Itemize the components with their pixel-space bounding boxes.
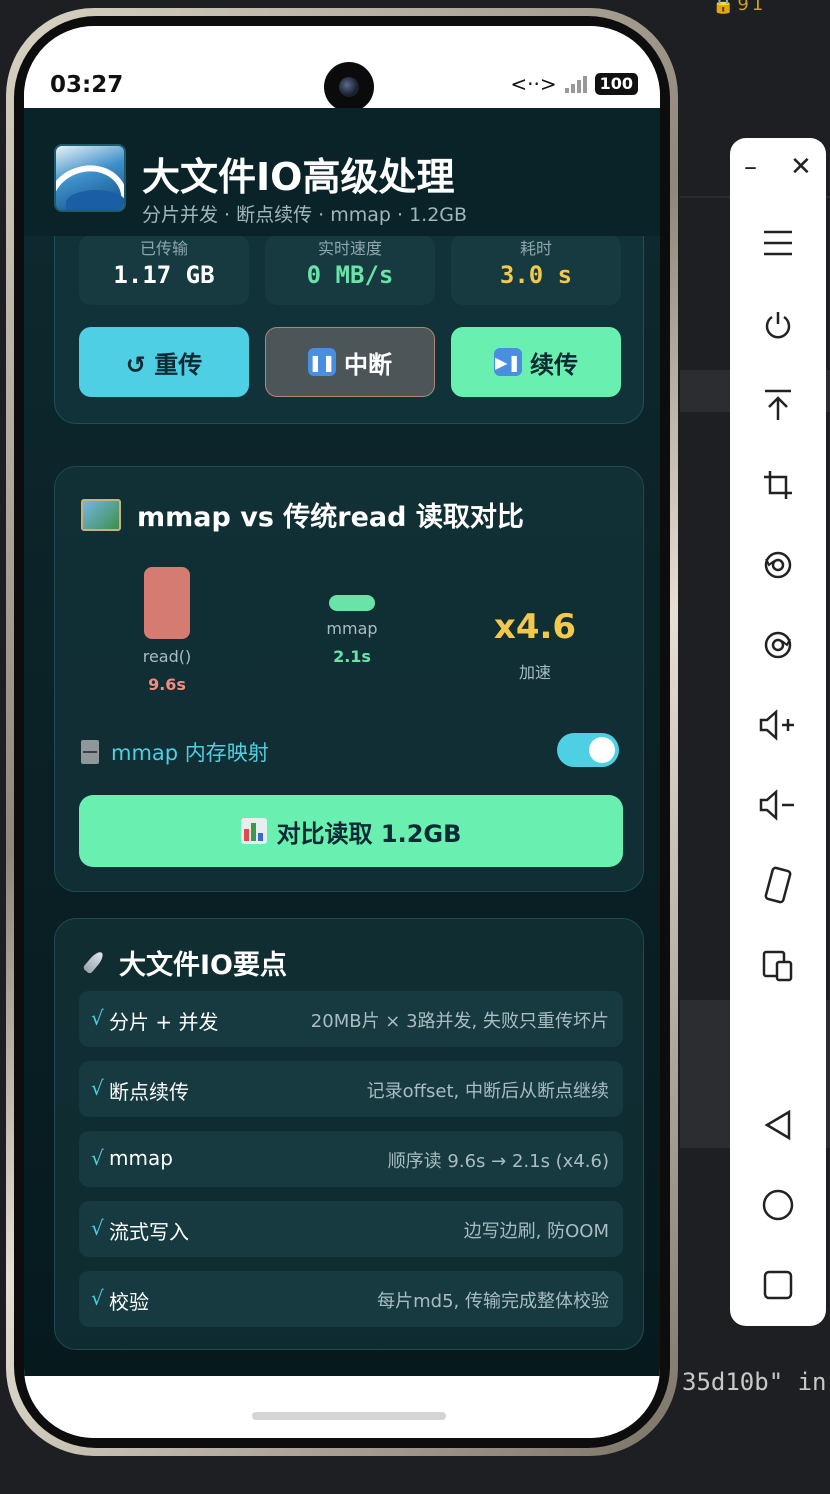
crop-icon[interactable] bbox=[730, 460, 826, 510]
stat-value: 1.17 GB bbox=[113, 261, 215, 289]
power-icon[interactable] bbox=[730, 300, 826, 350]
compare-read-label: 对比读取 1.2GB bbox=[276, 819, 462, 848]
mmap-bar bbox=[329, 595, 375, 611]
menu-icon[interactable] bbox=[730, 218, 826, 268]
retry-button[interactable]: ↺ 重传 bbox=[79, 327, 249, 397]
tip-desc: 顺序读 9.6s → 2.1s (x4.6) bbox=[387, 1151, 609, 1172]
rocket-icon bbox=[81, 950, 107, 976]
volume-down-icon[interactable] bbox=[730, 780, 826, 830]
rotate-right-icon[interactable] bbox=[730, 620, 826, 670]
signal-icon bbox=[564, 75, 587, 93]
mmap-label: mmap bbox=[326, 619, 378, 638]
app-content: 已传输 1.17 GB 实时速度 0 MB/s 耗时 3.0 s ↺ 重传 ❚❚ bbox=[24, 108, 660, 1398]
battery-icon: 100 bbox=[594, 73, 638, 95]
close-button[interactable]: ✕ bbox=[790, 152, 812, 182]
card-title: mmap vs 传统read 读取对比 bbox=[81, 495, 524, 534]
mmap-time: 2.1s bbox=[333, 647, 371, 666]
recents-icon[interactable] bbox=[730, 1260, 826, 1310]
device-icon[interactable] bbox=[730, 940, 826, 990]
tip-name: 分片 + 并发 bbox=[109, 1010, 219, 1034]
gesture-bar-area bbox=[24, 1376, 660, 1438]
ide-top-text: 91 bbox=[737, 0, 767, 15]
page-subtitle: 分片并发 · 断点续传 · mmap · 1.2GB bbox=[142, 204, 468, 226]
stat-value: 3.0 s bbox=[499, 261, 573, 289]
list-item: √ 校验 每片md5, 传输完成整体校验 bbox=[79, 1271, 623, 1327]
front-camera bbox=[324, 62, 374, 112]
read-bar bbox=[144, 567, 190, 639]
status-bar: 03:27 <··> 100 bbox=[24, 26, 660, 112]
tip-name: 流式写入 bbox=[109, 1220, 189, 1244]
file-cabinet-icon bbox=[81, 740, 99, 764]
minimize-button[interactable]: – bbox=[744, 152, 757, 182]
ide-status-icons: 🔒91 bbox=[712, 0, 766, 15]
list-item: √ 断点续传 记录offset, 中断后从断点继续 bbox=[79, 1061, 623, 1117]
mmap-toggle-label: mmap 内存映射 bbox=[111, 741, 269, 765]
speedup-label: 加速 bbox=[518, 663, 551, 682]
ide-code-text: 35d10b" in bbox=[682, 1368, 827, 1396]
phone-screen: 03:27 <··> 100 已传输 1.17 GB 实时速度 0 MB/s 耗… bbox=[24, 26, 660, 1438]
tip-desc: 20MB片 × 3路并发, 失败只重传坏片 bbox=[310, 1011, 609, 1032]
status-time: 03:27 bbox=[50, 72, 124, 98]
pause-button[interactable]: ❚❚ 中断 bbox=[265, 327, 435, 397]
stat-speed: 实时速度 0 MB/s bbox=[265, 235, 435, 305]
resume-button[interactable]: ▶❚ 续传 bbox=[451, 327, 621, 397]
pause-icon: ❚❚ bbox=[308, 348, 336, 376]
stat-label: 已传输 bbox=[139, 239, 188, 258]
list-item: √ mmap 顺序读 9.6s → 2.1s (x4.6) bbox=[79, 1131, 623, 1187]
compare-read-button[interactable]: 对比读取 1.2GB bbox=[79, 795, 623, 867]
status-icons: <··> 100 bbox=[510, 72, 638, 96]
emulator-toolbar: – ✕ bbox=[730, 138, 826, 1326]
bar-chart-icon bbox=[240, 818, 267, 844]
transfer-card: 已传输 1.17 GB 实时速度 0 MB/s 耗时 3.0 s ↺ 重传 ❚❚ bbox=[54, 204, 644, 424]
shake-icon[interactable] bbox=[730, 860, 826, 910]
rotate-left-icon[interactable] bbox=[730, 540, 826, 590]
stat-value: 0 MB/s bbox=[306, 261, 394, 289]
read-time: 9.6s bbox=[148, 675, 186, 694]
tips-title: 大文件IO要点 bbox=[119, 950, 287, 981]
page-title: 大文件IO高级处理 bbox=[142, 155, 455, 199]
stat-transferred: 已传输 1.17 GB bbox=[79, 235, 249, 305]
mmap-compare-card: mmap vs 传统read 读取对比 read() 9.6s mmap 2.1… bbox=[54, 466, 644, 892]
home-indicator[interactable] bbox=[252, 1412, 446, 1420]
tip-name: mmap bbox=[109, 1146, 173, 1170]
phone-frame: 03:27 <··> 100 已传输 1.17 GB 实时速度 0 MB/s 耗… bbox=[6, 8, 678, 1456]
volume-up-icon[interactable] bbox=[730, 700, 826, 750]
tip-desc: 记录offset, 中断后从断点继续 bbox=[366, 1081, 609, 1102]
app-header: 大文件IO高级处理 分片并发 · 断点续传 · mmap · 1.2GB bbox=[24, 108, 660, 236]
check-icon: √ bbox=[91, 1006, 104, 1030]
pin-top-icon[interactable] bbox=[730, 380, 826, 430]
back-icon[interactable] bbox=[730, 1100, 826, 1150]
stat-label: 耗时 bbox=[519, 239, 552, 258]
check-icon: √ bbox=[91, 1286, 104, 1310]
pause-label: 中断 bbox=[344, 350, 392, 379]
play-pause-icon: ▶❚ bbox=[494, 348, 522, 376]
tip-desc: 边写边刷, 防OOM bbox=[463, 1221, 609, 1242]
home-icon[interactable] bbox=[730, 1180, 826, 1230]
card-title: 大文件IO要点 bbox=[81, 943, 287, 982]
map-icon bbox=[81, 498, 121, 531]
mmap-toggle[interactable] bbox=[557, 733, 619, 767]
tips-card: 大文件IO要点 √ 分片 + 并发 20MB片 × 3路并发, 失败只重传坏片 … bbox=[54, 918, 644, 1350]
tip-desc: 每片md5, 传输完成整体校验 bbox=[377, 1291, 609, 1312]
check-icon: √ bbox=[91, 1216, 104, 1240]
list-item: √ 流式写入 边写边刷, 防OOM bbox=[79, 1201, 623, 1257]
tips-list: √ 分片 + 并发 20MB片 × 3路并发, 失败只重传坏片 √ 断点续传 记… bbox=[79, 991, 623, 1341]
wave-icon bbox=[54, 144, 126, 212]
read-label: read() bbox=[142, 647, 192, 666]
stat-elapsed: 耗时 3.0 s bbox=[451, 235, 621, 305]
mmap-title: mmap vs 传统read 读取对比 bbox=[137, 502, 524, 533]
data-transfer-icon: <··> bbox=[510, 72, 557, 96]
resume-label: 续传 bbox=[530, 350, 578, 379]
check-icon: √ bbox=[91, 1076, 104, 1100]
check-icon: √ bbox=[91, 1146, 104, 1170]
stat-label: 实时速度 bbox=[317, 239, 382, 258]
list-item: √ 分片 + 并发 20MB片 × 3路并发, 失败只重传坏片 bbox=[79, 991, 623, 1047]
speedup-value: x4.6 bbox=[493, 607, 577, 647]
tip-name: 校验 bbox=[109, 1290, 149, 1314]
tip-name: 断点续传 bbox=[109, 1080, 189, 1104]
mmap-toggle-row: mmap 内存映射 bbox=[81, 737, 269, 767]
